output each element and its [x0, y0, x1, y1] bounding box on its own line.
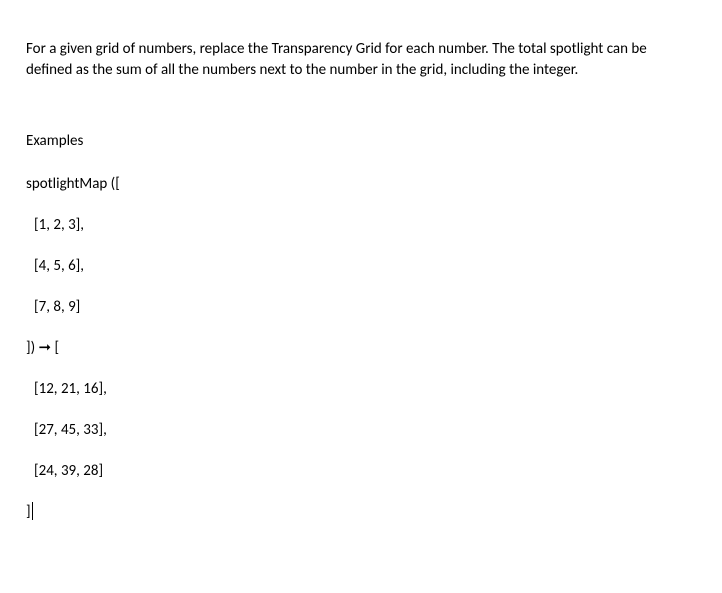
code-line-input-row1: [1, 2, 3],: [26, 215, 698, 236]
intro-paragraph: For a given grid of numbers, replace the…: [26, 39, 686, 81]
code-line-output-row2: [27, 45, 33],: [26, 420, 698, 441]
text-cursor: ]: [26, 502, 31, 523]
code-line-input-row2: [4, 5, 6],: [26, 256, 698, 277]
code-line-function-open: spotlightMap ([: [26, 174, 698, 195]
code-line-input-row3: [7, 8, 9]: [26, 297, 698, 318]
code-line-output-row3: [24, 39, 28]: [26, 461, 698, 482]
code-line-output-row1: [12, 21, 16],: [26, 379, 698, 400]
examples-heading: Examples: [26, 131, 698, 152]
code-line-close: ]: [26, 502, 698, 523]
code-line-arrow: ]) ➞ [: [26, 338, 698, 359]
